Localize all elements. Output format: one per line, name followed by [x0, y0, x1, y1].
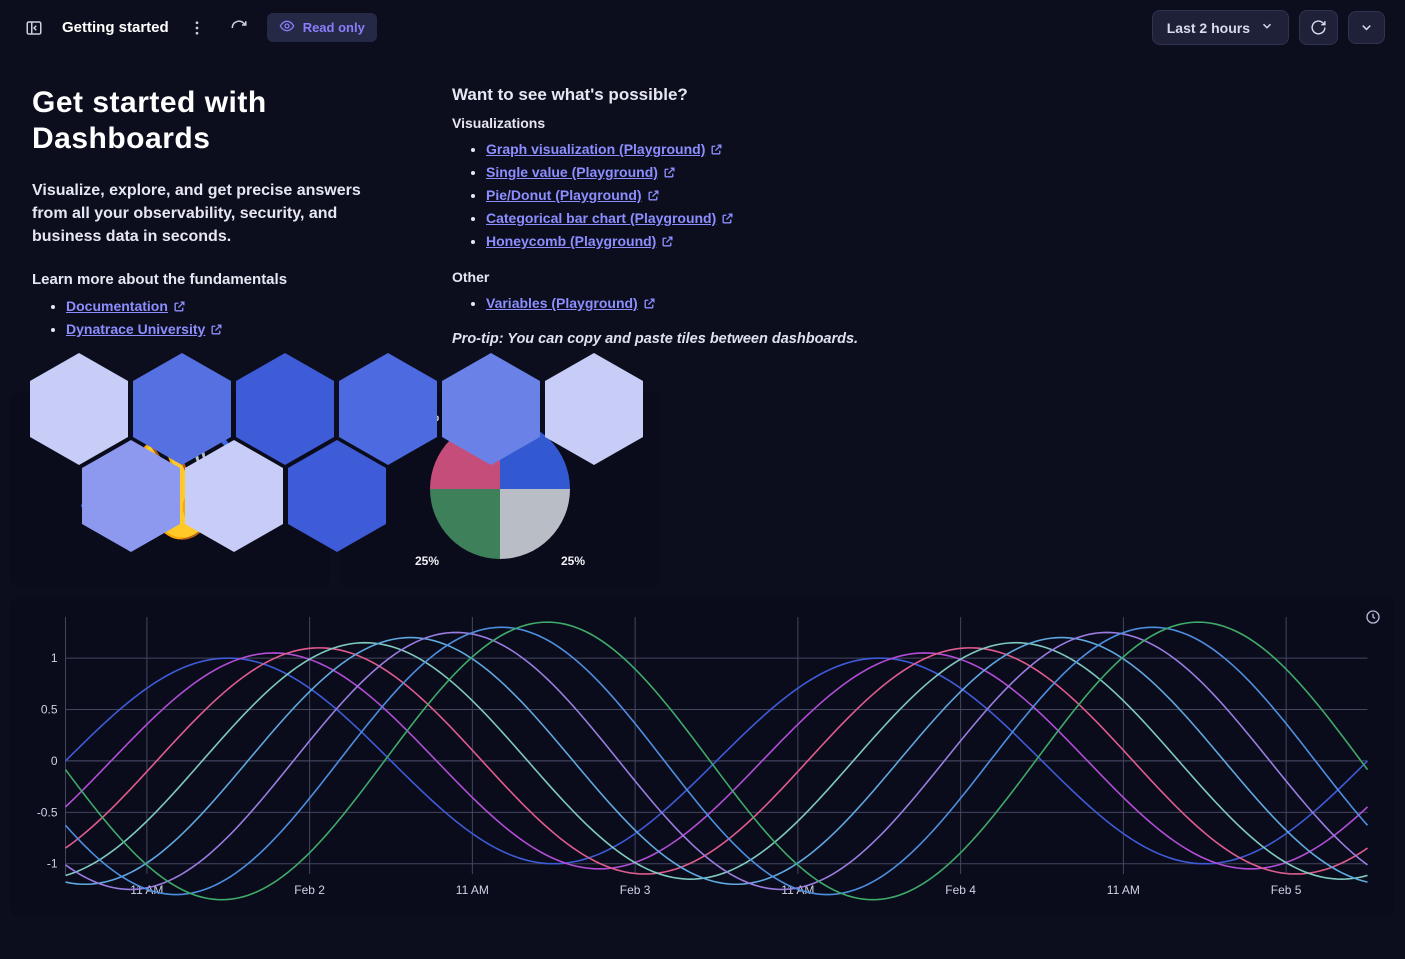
list-item: Honeycomb (Playground)	[486, 233, 858, 251]
viz-links: Graph visualization (Playground) Single …	[452, 141, 858, 251]
link-university[interactable]: Dynatrace University	[66, 321, 205, 337]
topbar-left: Getting started Read only	[20, 13, 377, 42]
svg-text:Feb 2: Feb 2	[294, 883, 325, 897]
external-link-icon	[210, 323, 223, 339]
viz-heading: Visualizations	[452, 115, 858, 131]
line-chart-svg: -1-0.500.5111 AMFeb 211 AMFeb 311 AMFeb …	[26, 607, 1379, 902]
list-item: Pie/Donut (Playground)	[486, 187, 858, 205]
link-graph-viz[interactable]: Graph visualization (Playground)	[486, 141, 705, 157]
svg-text:-0.5: -0.5	[37, 805, 58, 819]
list-item: Dynatrace University	[66, 321, 392, 339]
list-item: Single value (Playground)	[486, 164, 858, 182]
hexagon-cell	[82, 440, 180, 552]
external-link-icon	[721, 212, 734, 228]
sync-icon[interactable]	[225, 14, 253, 42]
svg-text:0: 0	[51, 753, 58, 767]
link-pie[interactable]: Pie/Donut (Playground)	[486, 187, 642, 203]
hexagon-cell	[185, 440, 283, 552]
external-link-icon	[663, 166, 676, 182]
learn-links: Documentation Dynatrace University	[32, 298, 392, 339]
pro-tip: Pro-tip: You can copy and paste tiles be…	[452, 331, 858, 347]
list-item: Documentation	[66, 298, 392, 316]
hero-section: Get started with Dashboards Visualize, e…	[0, 55, 1405, 392]
svg-text:1: 1	[51, 651, 58, 665]
tile-honeycomb[interactable]	[10, 392, 108, 504]
list-item: Categorical bar chart (Playground)	[486, 210, 858, 228]
honeycomb-grid	[30, 358, 108, 538]
external-link-icon	[661, 235, 674, 251]
learn-heading: Learn more about the fundamentals	[32, 271, 392, 288]
other-links: Variables (Playground)	[452, 295, 858, 313]
svg-text:0.5: 0.5	[41, 702, 58, 716]
chevron-down-icon	[1260, 19, 1274, 36]
refresh-button[interactable]	[1299, 10, 1338, 45]
timerange-label: Last 2 hours	[1167, 20, 1250, 36]
hero-heading: Get started with Dashboards	[32, 85, 392, 157]
hexagon-cell	[442, 353, 540, 465]
svg-text:11 AM: 11 AM	[456, 883, 489, 897]
refresh-options-button[interactable]	[1348, 11, 1385, 44]
svg-text:-1: -1	[47, 856, 58, 870]
pie-label: 25%	[415, 554, 439, 568]
link-variables[interactable]: Variables (Playground)	[486, 295, 638, 311]
external-link-icon	[643, 297, 656, 313]
readonly-label: Read only	[303, 20, 365, 35]
topbar: Getting started Read only Last 2 hours	[0, 0, 1405, 55]
hexagon-cell	[545, 353, 643, 465]
external-link-icon	[710, 143, 723, 159]
page-title: Getting started	[62, 19, 169, 36]
timerange-picker[interactable]: Last 2 hours	[1152, 10, 1289, 45]
readonly-badge: Read only	[267, 13, 377, 42]
svg-text:Feb 3: Feb 3	[620, 883, 651, 897]
hero-right: Want to see what's possible? Visualizati…	[452, 85, 858, 362]
topbar-right: Last 2 hours	[1152, 10, 1385, 45]
link-documentation[interactable]: Documentation	[66, 298, 168, 314]
external-link-icon	[173, 300, 186, 316]
eye-icon	[279, 18, 295, 37]
link-single-value[interactable]: Single value (Playground)	[486, 164, 658, 180]
hero-left: Get started with Dashboards Visualize, e…	[32, 85, 392, 357]
link-honeycomb[interactable]: Honeycomb (Playground)	[486, 233, 656, 249]
tile-row: 👋 25% 25% 25% 25%	[0, 392, 1405, 587]
hero-lead: Visualize, explore, and get precise answ…	[32, 179, 392, 249]
hexagon-cell	[288, 440, 386, 552]
svg-text:Feb 5: Feb 5	[1271, 883, 1302, 897]
tile-line-chart[interactable]: -1-0.500.5111 AMFeb 211 AMFeb 311 AMFeb …	[10, 597, 1395, 917]
more-menu-button[interactable]	[183, 14, 211, 42]
svg-text:11 AM: 11 AM	[1107, 883, 1140, 897]
other-heading: Other	[452, 269, 858, 285]
possible-heading: Want to see what's possible?	[452, 85, 858, 105]
link-bar[interactable]: Categorical bar chart (Playground)	[486, 210, 716, 226]
list-item: Graph visualization (Playground)	[486, 141, 858, 159]
list-item: Variables (Playground)	[486, 295, 858, 313]
svg-text:Feb 4: Feb 4	[945, 883, 976, 897]
collapse-sidebar-button[interactable]	[20, 14, 48, 42]
pie-label: 25%	[561, 554, 585, 568]
clock-icon	[1365, 609, 1381, 628]
external-link-icon	[647, 189, 660, 205]
